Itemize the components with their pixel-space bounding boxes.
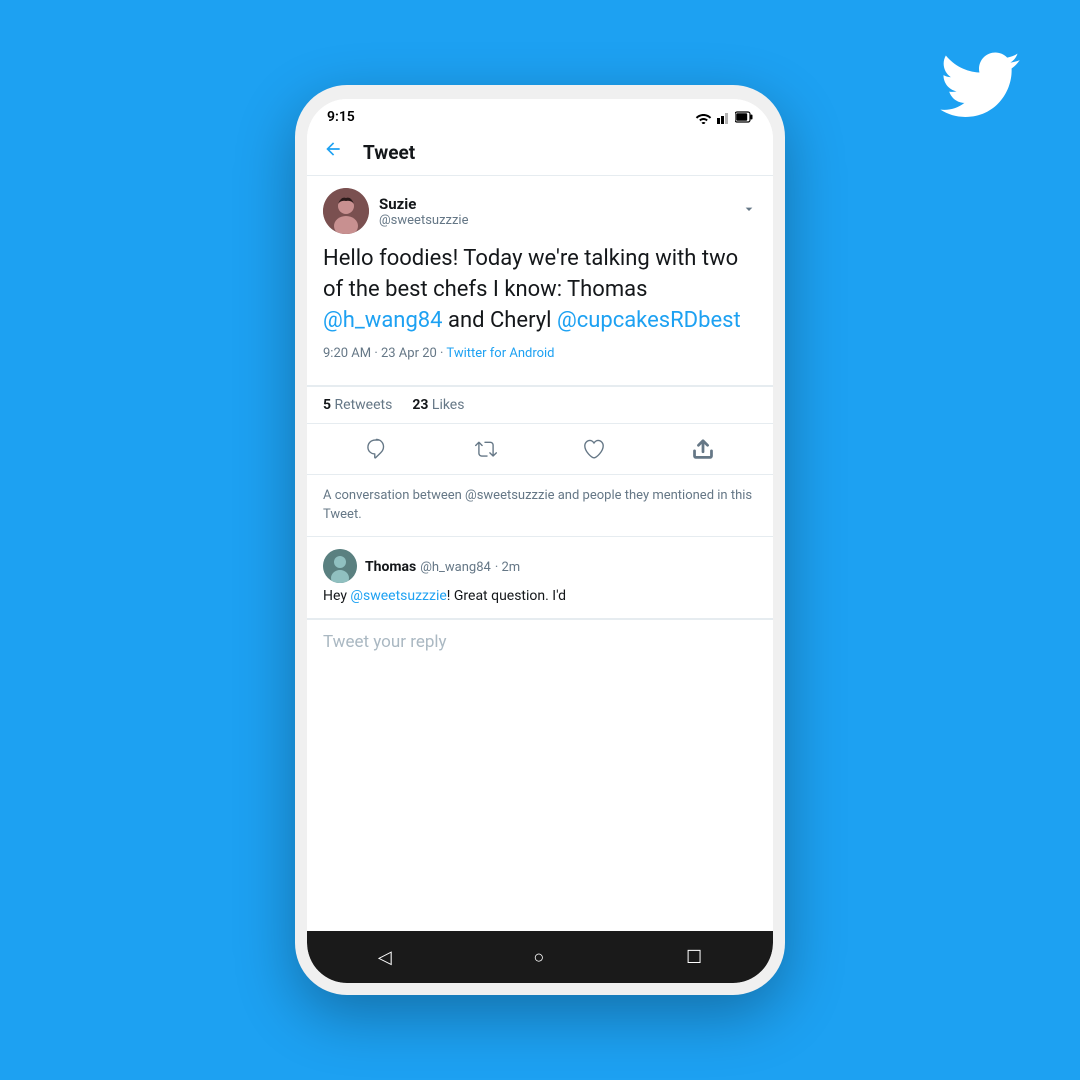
reply-author-handle: @h_wang84 — [420, 560, 491, 575]
page-title: Tweet — [363, 141, 415, 164]
android-recents-button[interactable]: ☐ — [686, 947, 702, 968]
conversation-note: A conversation between @sweetsuzzzie and… — [307, 475, 773, 536]
reply-input-area[interactable]: Tweet your reply — [307, 619, 773, 664]
tweet-meta: 9:20 AM · 23 Apr 20 · Twitter for Androi… — [323, 346, 757, 361]
status-time: 9:15 — [327, 109, 355, 125]
app-header: Tweet — [307, 131, 773, 176]
tweet-stats: 5 Retweets 23 Likes — [307, 386, 773, 424]
chevron-down-icon[interactable] — [741, 201, 757, 221]
reply-author-name: Thomas — [365, 559, 416, 575]
mention-cupcakes[interactable]: @cupcakesRDbest — [557, 308, 741, 333]
android-home-button[interactable]: ○ — [533, 947, 544, 968]
status-icons — [695, 111, 753, 124]
android-nav-bar: ◁ ○ ☐ — [307, 931, 773, 983]
android-back-button[interactable]: ◁ — [378, 947, 392, 968]
reply-tweet: Thomas @h_wang84 · 2m Hey @sweetsuzzzie!… — [307, 537, 773, 620]
retweet-button[interactable] — [467, 430, 505, 468]
reply-author-details: Thomas @h_wang84 · 2m — [365, 556, 520, 575]
reply-mention[interactable]: @sweetsuzzzie — [350, 588, 446, 604]
mention-h-wang[interactable]: @h_wang84 — [323, 308, 443, 333]
tweet-author-row: Suzie @sweetsuzzzie — [323, 188, 757, 234]
back-button[interactable] — [323, 139, 343, 165]
reply-author-row: Thomas @h_wang84 · 2m — [323, 549, 757, 583]
tweet-timestamp: 9:20 AM · 23 Apr 20 · — [323, 346, 446, 361]
author-handle: @sweetsuzzzie — [379, 213, 468, 228]
phone-screen: 9:15 Tweet — [307, 99, 773, 983]
author-name: Suzie — [379, 195, 468, 213]
status-bar: 9:15 — [307, 99, 773, 131]
retweet-count: 5 Retweets — [323, 397, 392, 413]
twitter-logo — [940, 52, 1020, 117]
reply-placeholder: Tweet your reply — [323, 632, 447, 652]
like-button[interactable] — [575, 430, 613, 468]
likes-count: 23 Likes — [412, 397, 464, 413]
author-details: Suzie @sweetsuzzzie — [379, 195, 468, 228]
reply-button[interactable] — [358, 430, 396, 468]
tweet-source[interactable]: Twitter for Android — [446, 346, 554, 361]
tweet-author-info: Suzie @sweetsuzzzie — [323, 188, 468, 234]
avatar[interactable] — [323, 188, 369, 234]
tweet-content: Suzie @sweetsuzzzie Hello foodies! Today… — [307, 176, 773, 931]
reply-avatar[interactable] — [323, 549, 357, 583]
tweet-text: Hello foodies! Today we're talking with … — [323, 244, 757, 336]
reply-time: · 2m — [495, 560, 520, 575]
tweet-actions — [307, 424, 773, 475]
original-tweet: Suzie @sweetsuzzzie Hello foodies! Today… — [307, 176, 773, 386]
reply-text: Hey @sweetsuzzzie! Great question. I'd — [323, 587, 757, 607]
mail-button[interactable] — [684, 430, 722, 468]
phone-mockup: 9:15 Tweet — [295, 85, 785, 995]
